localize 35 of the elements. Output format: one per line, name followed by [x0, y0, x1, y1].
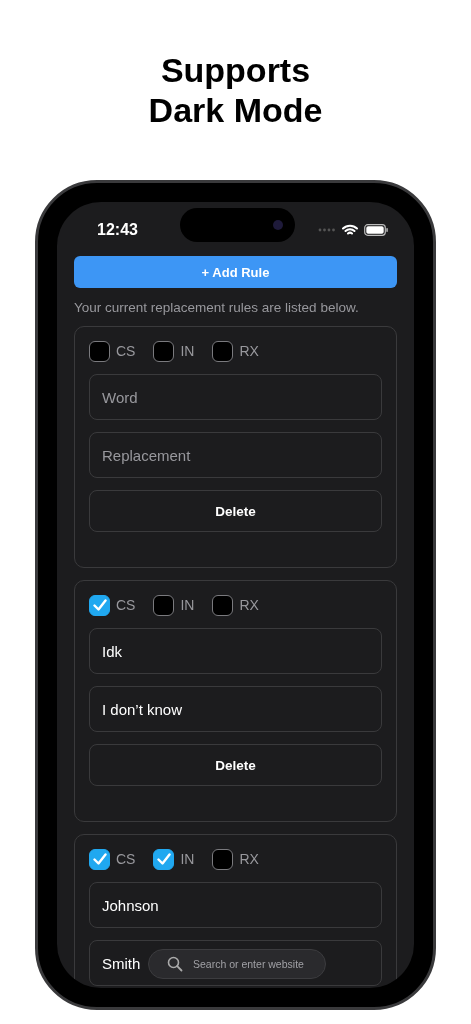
option-label: IN — [180, 597, 195, 613]
option-label: RX — [239, 851, 259, 867]
checkbox[interactable] — [89, 340, 110, 362]
checkbox[interactable] — [212, 848, 234, 870]
replacement-field[interactable]: Smith — [102, 954, 141, 972]
option-label: IN — [180, 343, 195, 359]
checkbox[interactable] — [212, 340, 234, 362]
battery-icon — [364, 224, 388, 236]
option-label: CS — [116, 851, 136, 867]
checkbox[interactable] — [89, 848, 110, 870]
word-field[interactable]: Idk — [89, 628, 382, 674]
word-field[interactable]: Word — [89, 374, 382, 420]
option-label: CS — [116, 343, 136, 359]
checkbox[interactable] — [153, 340, 175, 362]
search-icon — [167, 956, 183, 972]
checkbox[interactable] — [153, 848, 175, 870]
checkbox[interactable] — [153, 594, 175, 616]
headline: Dark Mode — [148, 90, 323, 130]
option-label: CS — [116, 597, 136, 613]
status-time: 12:43 — [97, 221, 138, 239]
checkbox[interactable] — [212, 594, 234, 616]
option-label: RX — [239, 597, 259, 613]
browser-search-bar[interactable]: Search or enter website — [148, 949, 326, 979]
headline: Supports — [160, 50, 311, 90]
delete-button[interactable]: Delete — [89, 744, 382, 786]
replacement-field[interactable]: Replacement — [102, 446, 191, 464]
checkbox[interactable] — [89, 594, 110, 616]
word-field[interactable]: Johnson — [89, 882, 382, 928]
signal-icon — [318, 228, 336, 232]
option-label: IN — [180, 851, 195, 867]
replacement-field[interactable]: I don’t know — [102, 700, 183, 718]
delete-button[interactable]: Delete — [89, 490, 382, 532]
caption: Your current replacement rules are listed below. — [74, 300, 360, 316]
option-label: RX — [239, 343, 259, 359]
wifi-icon — [342, 224, 358, 236]
